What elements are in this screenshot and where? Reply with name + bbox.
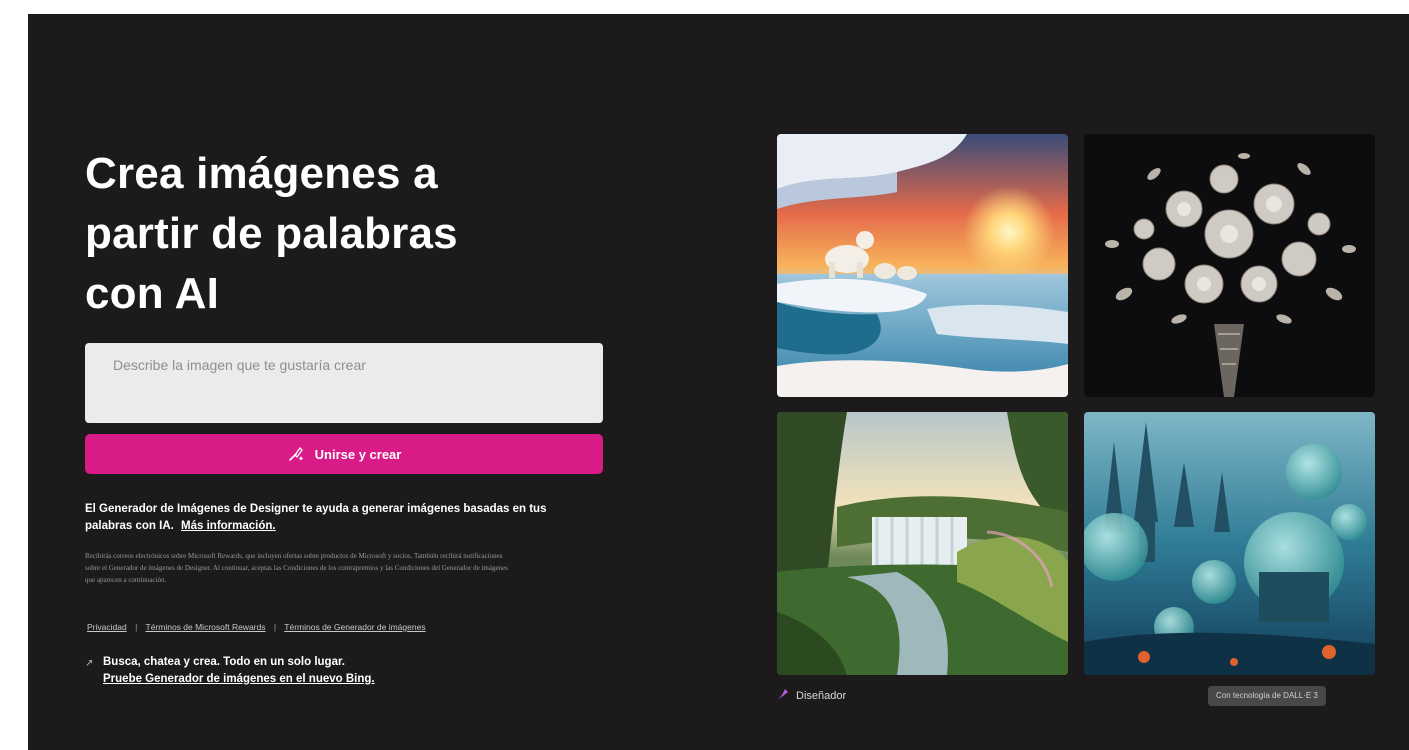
arrow-icon: ↗ — [85, 658, 94, 669]
polar-bears-ice-sunset-image — [777, 134, 1068, 397]
prompt-input[interactable] — [85, 343, 603, 423]
join-and-create-label: Unirse y crear — [314, 446, 402, 462]
jungle-waterfall-image — [777, 412, 1068, 675]
legal-links: Privacidad | Términos de Microsoft Rewar… — [87, 622, 607, 632]
underwater-dome-city-image — [1084, 412, 1375, 675]
link-separator: | — [273, 622, 277, 632]
jeweled-flower-bouquet-image — [1084, 134, 1375, 397]
powered-by-badge: Con tecnología de DALL·E 3 — [1208, 686, 1326, 706]
designer-brand-name: Diseñador — [796, 689, 847, 702]
page-title: Crea imágenes a partir de palabras con A… — [85, 144, 565, 324]
brush-sparkle-icon — [287, 445, 305, 463]
consent-fine-print: Recibirás correos electrónicos sobre Mic… — [85, 552, 508, 584]
top-strip — [0, 0, 1409, 14]
intro-text: El Generador de Imágenes de Designer te … — [85, 501, 595, 535]
learn-more-link[interactable]: Más información. — [181, 520, 276, 532]
designer-brand: Diseñador — [776, 687, 846, 704]
link-separator: | — [135, 622, 138, 632]
promo-text: Busca, chatea y crea. Todo en un solo lu… — [103, 656, 345, 668]
join-and-create-button[interactable]: Unirse y crear — [85, 434, 603, 474]
title-line-2: partir de palabras — [85, 209, 458, 258]
hero-panel: Crea imágenes a partir de palabras con A… — [28, 14, 1409, 750]
title-line-1: Crea imágenes a — [85, 149, 438, 198]
intro-body: El Generador de Imágenes de Designer te … — [85, 503, 547, 532]
try-new-bing-link[interactable]: Pruebe Generador de imágenes en el nuevo… — [103, 671, 525, 688]
image-creator-terms-link[interactable]: Términos de Generador de imágenes — [284, 622, 425, 632]
title-line-3: con AI — [85, 269, 220, 318]
rewards-terms-link[interactable]: Términos de Microsoft Rewards — [146, 622, 266, 632]
designer-logo-icon — [776, 687, 790, 704]
bing-promo: ↗ Busca, chatea y crea. Todo en un solo … — [85, 654, 525, 688]
privacy-link[interactable]: Privacidad — [87, 622, 127, 632]
